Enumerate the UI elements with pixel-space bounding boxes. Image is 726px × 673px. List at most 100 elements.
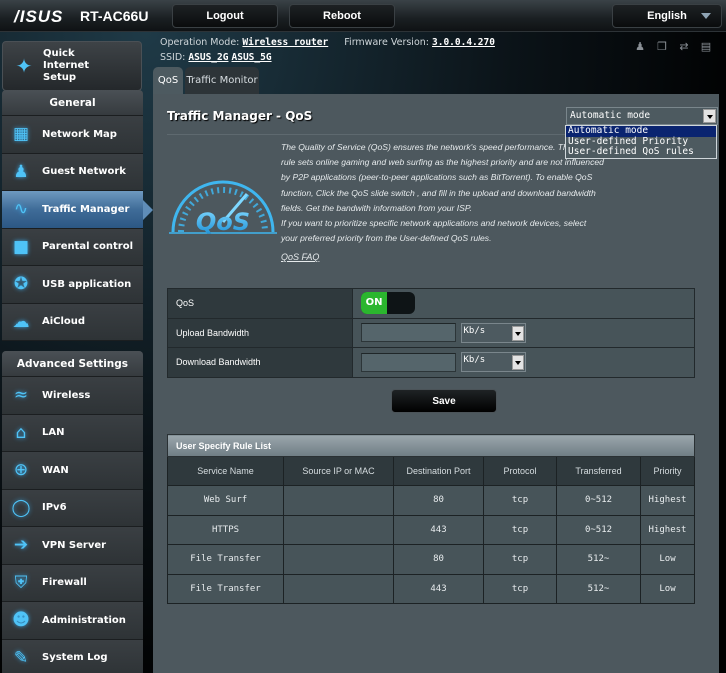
op-mode-link[interactable]: Wireless router	[242, 37, 328, 48]
qos-mode-value: Automatic mode	[570, 110, 651, 121]
asus-logo: /ISUS	[14, 7, 64, 26]
ssid-label: SSID:	[160, 52, 186, 63]
printer-icon[interactable]: ▤	[699, 41, 713, 53]
rule-list-table: User Specify Rule List Service Name Sour…	[167, 434, 695, 604]
router-info: Operation Mode: Wireless router Firmware…	[160, 35, 495, 65]
cell-service: File Transfer	[167, 573, 284, 604]
firmware-link[interactable]: 3.0.0.4.270	[432, 37, 495, 48]
download-bandwidth-input[interactable]	[361, 352, 456, 372]
cell-priority: Highest	[640, 514, 695, 545]
sidebar-item-firewall[interactable]: ⛨ Firewall	[2, 564, 143, 602]
rule-list-caption: User Specify Rule List	[167, 434, 695, 457]
quick-internet-setup-button[interactable]: ✦ Quick Internet Setup	[2, 41, 142, 91]
chevron-down-icon[interactable]	[511, 355, 524, 371]
cell-transferred: 512~	[556, 573, 641, 604]
sidebar-item-wan[interactable]: ⊕ WAN	[2, 452, 143, 490]
cell-service: Web Surf	[167, 485, 284, 516]
qos-mode-select[interactable]: Automatic mode	[566, 107, 718, 125]
sidebar-item-vpn-server[interactable]: ➔ VPN Server	[2, 527, 143, 565]
download-bandwidth-row: Download Bandwidth Kb/s	[167, 347, 695, 378]
status-icons: ♟ ❐ ⇄ ▤	[633, 41, 713, 53]
cell-source	[283, 485, 394, 516]
reboot-button[interactable]: Reboot	[289, 4, 395, 28]
upload-bandwidth-label: Upload Bandwidth	[167, 317, 353, 348]
sidebar-item-label: IPv6	[42, 502, 67, 514]
puzzle-icon: ✪	[13, 274, 29, 295]
chevron-down-icon[interactable]	[511, 325, 524, 341]
ssid-2g-link[interactable]: ASUS_2G	[188, 52, 228, 63]
save-button[interactable]: Save	[391, 389, 497, 413]
description-line: your preferred priority from the User-de…	[281, 233, 492, 244]
sidebar-item-label: USB application	[42, 278, 132, 290]
sidebar-item-system-log[interactable]: ✎ System Log	[2, 639, 143, 673]
sidebar-item-label: Traffic Manager	[42, 203, 130, 215]
qos-speedometer-icon: QoS	[169, 180, 277, 236]
general-menu-title: General	[2, 90, 143, 116]
qos-settings-table: QoS ON Upload Bandwidth Kb/s Download Ba…	[167, 288, 695, 378]
mode-option-user-rules[interactable]: User-defined QoS rules	[566, 146, 716, 158]
cell-port: 80	[393, 544, 484, 575]
table-row: File Transfer 443 tcp 512~ Low	[167, 573, 695, 604]
cell-port: 443	[393, 573, 484, 604]
cell-protocol: tcp	[483, 514, 557, 545]
language-select[interactable]: English	[612, 4, 722, 28]
advanced-menu: Advanced Settings ≈ Wireless ⌂ LAN ⊕ WAN…	[2, 351, 143, 673]
sidebar-item-label: Guest Network	[42, 166, 126, 178]
sidebar-item-label: Network Map	[42, 128, 117, 140]
tab-traffic-monitor[interactable]: Traffic Monitor	[185, 67, 259, 94]
ipv6-icon: ◯	[11, 497, 31, 518]
cell-transferred: 512~	[556, 544, 641, 575]
description-line: by P2P applications (peer-to-peer applic…	[281, 172, 593, 183]
cell-priority: Low	[640, 544, 695, 575]
cell-source	[283, 544, 394, 575]
upload-bandwidth-input[interactable]	[361, 323, 456, 343]
ssid-5g-link[interactable]: ASUS_5G	[232, 52, 272, 63]
sidebar-item-guest-network[interactable]: ♟ Guest Network	[2, 153, 143, 191]
network-icon[interactable]: ❐	[655, 41, 669, 53]
qos-toggle[interactable]: ON	[361, 292, 415, 315]
description-line: function, Click the QoS slide switch , a…	[281, 187, 596, 198]
usb-icon[interactable]: ⇄	[677, 41, 691, 53]
mode-option-automatic[interactable]: Automatic mode	[566, 125, 716, 137]
description-line: fields. Get the bandwith information fro…	[281, 202, 472, 213]
upload-unit-value: Kb/s	[463, 325, 486, 336]
cell-service: File Transfer	[167, 544, 284, 575]
sidebar-item-aicloud[interactable]: ☁ AiCloud	[2, 303, 143, 341]
sidebar-item-network-map[interactable]: ▦ Network Map	[2, 116, 143, 154]
upload-unit-select[interactable]: Kb/s	[460, 322, 526, 343]
qos-toggle-row: QoS ON	[167, 288, 695, 319]
qos-label: QoS	[167, 288, 353, 319]
sidebar-item-label: LAN	[42, 427, 65, 439]
top-banner: /ISUS RT-AC66U Logout Reboot English	[0, 0, 726, 32]
tab-qos[interactable]: QoS	[153, 67, 183, 94]
download-bandwidth-label: Download Bandwidth	[167, 347, 353, 378]
download-unit-value: Kb/s	[463, 355, 486, 366]
sidebar-item-label: System Log	[42, 652, 108, 664]
table-row: Web Surf 80 tcp 0~512 Highest	[167, 485, 695, 516]
sidebar-item-label: Firewall	[42, 577, 87, 589]
sidebar-item-parental-control[interactable]: ■ Parental control	[2, 228, 143, 266]
firmware-label: Firmware Version:	[344, 37, 429, 48]
qos-faq-link[interactable]: QoS FAQ	[281, 252, 319, 262]
page-title: Traffic Manager - QoS	[167, 109, 313, 123]
sidebar-item-lan[interactable]: ⌂ LAN	[2, 414, 143, 452]
description-line: If you want to prioritize specific netwo…	[281, 218, 587, 229]
quick-setup-label: Quick Internet Setup	[43, 48, 90, 83]
qos-mode-dropdown: Automatic mode User-defined Priority Use…	[565, 125, 717, 159]
col-priority: Priority	[640, 456, 695, 486]
sidebar-item-ipv6[interactable]: ◯ IPv6	[2, 489, 143, 527]
sidebar-item-wireless[interactable]: ≈ Wireless	[2, 377, 143, 415]
download-unit-select[interactable]: Kb/s	[460, 352, 526, 373]
table-row: HTTPS 443 tcp 0~512 Highest	[167, 514, 695, 545]
rule-list-header: Service Name Source IP or MAC Destinatio…	[167, 456, 695, 486]
sidebar-item-administration[interactable]: ☻ Administration	[2, 602, 143, 640]
clients-icon[interactable]: ♟	[633, 41, 647, 53]
logout-button[interactable]: Logout	[172, 4, 278, 28]
chevron-down-icon[interactable]	[703, 109, 716, 123]
globe-icon: ⊕	[13, 460, 29, 481]
col-source: Source IP or MAC	[283, 456, 394, 486]
sidebar-item-usb-application[interactable]: ✪ USB application	[2, 266, 143, 304]
cloud-icon: ☁	[12, 311, 30, 332]
log-icon: ✎	[13, 647, 29, 668]
sidebar-item-traffic-manager[interactable]: ∿ Traffic Manager	[2, 191, 153, 229]
